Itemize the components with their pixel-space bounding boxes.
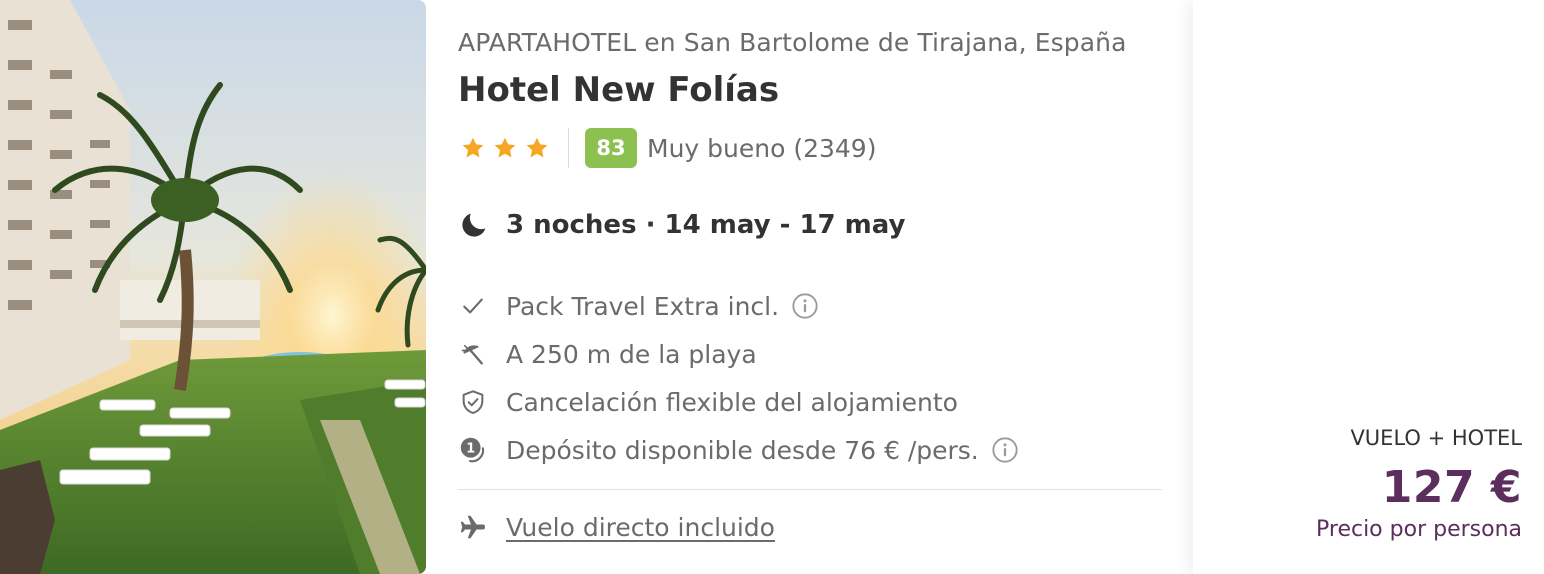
feature-label: A 250 m de la playa [506, 339, 757, 369]
stay-row: 3 noches · 14 may - 17 may [458, 204, 905, 246]
check-icon [458, 291, 488, 321]
rating-text[interactable]: Muy bueno (2349) [647, 134, 876, 163]
feature-item: A 250 m de la playa [458, 330, 1163, 378]
section-divider [458, 489, 1162, 490]
hotel-result-card[interactable]: APARTAHOTEL en San Bartolome de Tirajana… [0, 0, 1544, 574]
feature-label: Pack Travel Extra incl. [506, 291, 780, 321]
rating-divider [568, 128, 569, 168]
feature-label: Cancelación flexible del alojamiento [506, 387, 958, 417]
star-rating [458, 135, 550, 161]
info-icon[interactable] [991, 436, 1019, 464]
beach-umbrella-icon [458, 339, 488, 369]
star-icon [494, 137, 516, 158]
hotel-location: APARTAHOTEL en San Bartolome de Tirajana… [458, 28, 1127, 57]
svg-text:1: 1 [466, 441, 475, 456]
info-icon[interactable] [791, 292, 819, 320]
hotel-photo[interactable] [0, 0, 426, 574]
star-icon [526, 137, 548, 158]
feature-item: Cancelación flexible del alojamiento [458, 378, 1163, 426]
rating-row: 83 Muy bueno (2349) [458, 127, 876, 169]
hotel-info: APARTAHOTEL en San Bartolome de Tirajana… [458, 0, 1163, 574]
price-per-person-label: Precio por persona [1316, 517, 1522, 542]
flight-row: Vuelo directo incluido [458, 506, 775, 548]
price-value: 127 € [1381, 462, 1522, 513]
shield-check-icon [458, 387, 488, 417]
feature-item: Pack Travel Extra incl. [458, 282, 1163, 330]
price-panel[interactable]: VUELO + HOTEL 127 € Precio por persona [1193, 0, 1544, 574]
direct-flight-link[interactable]: Vuelo directo incluido [506, 513, 775, 542]
score-badge: 83 [585, 128, 637, 168]
hotel-name[interactable]: Hotel New Folías [458, 70, 779, 110]
feature-item: 1 Depósito disponible desde 76 € /pers. [458, 426, 1163, 474]
feature-list: Pack Travel Extra incl. A 250 m de la pl… [458, 282, 1163, 474]
package-type-label: VUELO + HOTEL [1350, 426, 1522, 450]
star-icon [462, 137, 484, 158]
moon-icon [462, 213, 486, 237]
feature-label: Depósito disponible desde 76 € /pers. [506, 435, 979, 465]
installment-icon: 1 [458, 435, 488, 465]
stay-dates: 3 noches · 14 may - 17 may [506, 210, 906, 240]
plane-icon [460, 515, 485, 539]
